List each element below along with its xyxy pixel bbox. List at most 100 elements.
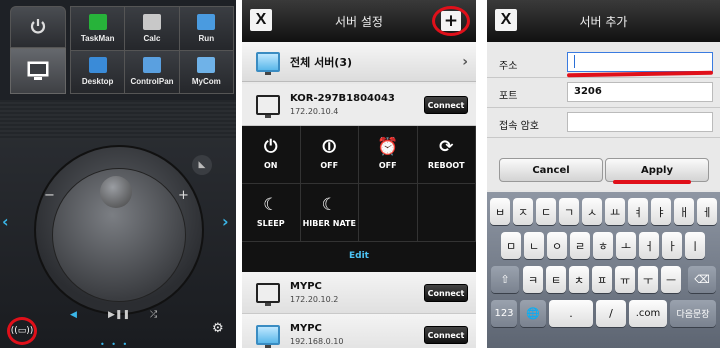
left-arrow-icon[interactable]: ‹ [2,212,9,231]
shift-key[interactable]: ⇧ [491,266,519,293]
power-button[interactable] [10,6,66,48]
shortcut-desktop[interactable]: Desktop [71,50,125,93]
add-server-button[interactable]: + [432,6,470,36]
reboot-icon: ⟳ [439,137,454,158]
shortcut-label: ControlPan [130,77,174,87]
key-ㅓ[interactable]: ㅓ [639,232,659,259]
key-ㄴ[interactable]: ㄴ [524,232,544,259]
shortcut-grid: TaskMan Calc Run Desktop ControlPan MyCom [70,6,234,94]
key-ㅌ[interactable]: ㅌ [546,266,566,293]
key-ㅜ[interactable]: ㅜ [638,266,658,293]
keyboard-row-3: ⇧ ⌫ ㅋㅌㅊㅍㅠㅜㅡ [487,266,720,294]
password-field[interactable] [567,112,713,132]
key-ㅇ[interactable]: ㅇ [547,232,567,259]
key-ㅊ[interactable]: ㅊ [569,266,589,293]
keyboard-row-4: 123 🌐 . / .com 다음문장 [487,300,720,328]
key-ㅡ[interactable]: ㅡ [661,266,681,293]
shortcut-run[interactable]: Run [179,7,233,50]
cancel-button[interactable]: Cancel [499,158,603,182]
edit-button[interactable]: Edit [242,242,476,272]
action-label: REBOOT [427,160,465,170]
numbers-key[interactable]: 123 [491,300,517,327]
key-ㅗ[interactable]: ㅗ [616,232,636,259]
action-on[interactable]: ⏻ ON [242,126,301,184]
taskmanager-icon [88,13,107,30]
key-ㅛ[interactable]: ㅛ [605,198,625,225]
server-name: MYPC [290,323,322,334]
shortcut-taskman[interactable]: TaskMan [71,7,125,50]
all-servers-label: 전체 서버(3) [290,55,353,69]
hibernate-icon: ☾ [321,195,337,216]
key-ㅏ[interactable]: ㅏ [662,232,682,259]
gear-icon[interactable]: ⚙ [212,321,224,336]
collapse-button[interactable]: ◣ [192,155,212,175]
action-label: ON [264,160,278,170]
port-field[interactable]: 3206 [567,82,713,102]
key-ㄷ[interactable]: ㄷ [536,198,556,225]
address-field[interactable] [567,52,713,72]
remote-panel: TaskMan Calc Run Desktop ControlPan MyCom − +… [0,0,236,348]
key-ㅂ[interactable]: ㅂ [490,198,510,225]
key-ㄱ[interactable]: ㄱ [559,198,579,225]
delete-key[interactable]: ⌫ [688,266,716,293]
back-icon[interactable]: ◀ [70,310,77,320]
key-ㄹ[interactable]: ㄹ [570,232,590,259]
key-ㅍ[interactable]: ㅍ [592,266,612,293]
server-ip: 172.20.10.2 [290,295,339,304]
key-ㅑ[interactable]: ㅑ [651,198,671,225]
action-label: SLEEP [256,218,285,228]
action-label: OFF [320,160,339,170]
monitor-icon [27,61,49,80]
address-label: 주소 [499,61,518,72]
key-ㅕ[interactable]: ㅕ [628,198,648,225]
action-off[interactable]: ⏼ OFF [300,126,359,184]
server-row-selected[interactable]: KOR-297B1804043 172.20.10.4 Connect [242,84,476,126]
server-row[interactable]: MYPC 192.168.0.10 Connect [242,314,476,348]
connect-button[interactable]: Connect [424,284,468,302]
shortcut-calc[interactable]: Calc [125,7,179,50]
key-ㅣ[interactable]: ㅣ [685,232,705,259]
shortcut-label: Run [198,33,215,43]
shortcut-controlpan[interactable]: ControlPan [125,50,179,93]
desktop-icon [88,57,107,74]
jog-knob[interactable] [100,176,132,208]
action-reboot[interactable]: ⟳ REBOOT [417,126,476,184]
right-arrow-icon[interactable]: › [222,212,229,231]
key-ㅔ[interactable]: ㅔ [697,198,717,225]
password-label: 접속 암호 [499,121,539,132]
red-annotation-underline [613,180,691,184]
connect-button[interactable]: Connect [424,326,468,344]
key-ㅎ[interactable]: ㅎ [593,232,613,259]
dot-key[interactable]: . [549,300,593,327]
slash-key[interactable]: / [596,300,626,327]
key-ㅅ[interactable]: ㅅ [582,198,602,225]
action-hiber-nate[interactable]: ☾ HIBER NATE [300,184,359,242]
shortcut-mycom[interactable]: MyCom [179,50,233,93]
apply-button[interactable]: Apply [605,158,709,182]
volume-down-button[interactable]: − [44,188,55,203]
action-sleep[interactable]: ☾ SLEEP [242,184,301,242]
volume-up-button[interactable]: + [178,188,189,203]
connect-button[interactable]: Connect [424,96,468,114]
server-ip: 192.168.0.10 [290,337,344,346]
all-servers-row[interactable]: 전체 서버(3) › [242,42,476,82]
server-name: KOR-297B1804043 [290,93,395,104]
shuffle-icon[interactable]: ⤮ [150,310,157,320]
chevron-right-icon: › [462,53,468,70]
play-pause-button[interactable]: ▶❚❚ [108,310,130,320]
server-row[interactable]: MYPC 172.20.10.2 Connect [242,272,476,314]
next-key[interactable]: 다음문장 [670,300,716,327]
key-ㅐ[interactable]: ㅐ [674,198,694,225]
globe-key[interactable]: 🌐 [520,300,546,327]
key-ㅈ[interactable]: ㅈ [513,198,533,225]
action-off[interactable]: ⏰ OFF [359,126,418,184]
monitor-icon [256,282,280,306]
dotcom-key[interactable]: .com [629,300,667,327]
action-grid: ⏻ ON ⏼ OFF ⏰ OFF ⟳ REBOOT ☾ SLEEP ☾ HIBER NATE [242,126,476,242]
monitor-icon [256,324,280,348]
key-ㅠ[interactable]: ㅠ [615,266,635,293]
cast-button[interactable]: ((▭)) [7,317,37,345]
monitor-button[interactable] [10,48,66,94]
key-ㅁ[interactable]: ㅁ [501,232,521,259]
key-ㅋ[interactable]: ㅋ [523,266,543,293]
